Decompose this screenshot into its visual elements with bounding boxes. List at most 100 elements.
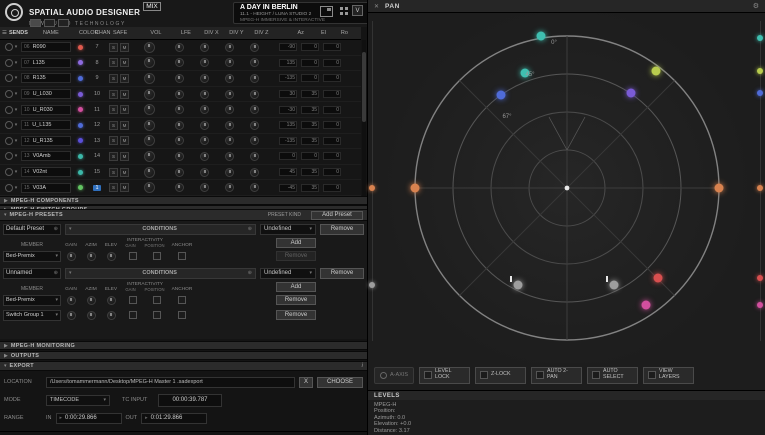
range-in-field[interactable]: ▸0:00:29.866 xyxy=(56,413,122,424)
section-outputs[interactable]: ▶ OUTPUTS xyxy=(0,351,367,360)
div-z-knob[interactable] xyxy=(250,43,259,52)
sends-row[interactable]: ▾10U_R03011SM-30350 xyxy=(0,102,361,118)
elevation-strip-dot[interactable] xyxy=(757,185,763,191)
pan-object-dot[interactable] xyxy=(610,281,619,290)
channel-color-dot[interactable] xyxy=(78,154,83,159)
elevation-strip-dot[interactable] xyxy=(757,275,763,281)
div-z-knob[interactable] xyxy=(250,136,259,145)
pan-object-dot[interactable] xyxy=(654,274,663,283)
elevation-strip-dot[interactable] xyxy=(369,282,375,288)
azim-knob[interactable] xyxy=(87,296,96,305)
mute-button[interactable]: M xyxy=(120,152,129,161)
remove-preset-button[interactable]: Remove xyxy=(320,268,364,279)
conditions-bar[interactable]: ▾CONDITIONS⊕ xyxy=(65,268,256,279)
channel-color-dot[interactable] xyxy=(78,185,83,190)
preset-name-field[interactable]: Unnamed⊕ xyxy=(3,268,61,279)
section-export[interactable]: ▾ EXPORT i xyxy=(0,361,367,371)
add-member-button[interactable]: Add xyxy=(276,238,316,248)
azimuth-value[interactable]: 30 xyxy=(279,90,297,98)
elevation-value[interactable]: 0 xyxy=(301,152,319,160)
solo-button[interactable]: S xyxy=(109,183,118,192)
elevation-value[interactable]: 0 xyxy=(301,74,319,82)
pan-object-dot[interactable] xyxy=(627,89,636,98)
elev-knob[interactable] xyxy=(107,252,116,261)
clear-location-button[interactable]: X xyxy=(299,377,313,388)
div-z-knob[interactable] xyxy=(250,58,259,67)
checkbox[interactable] xyxy=(592,371,600,379)
remove-member-button[interactable]: Remove xyxy=(276,251,316,261)
div-y-knob[interactable] xyxy=(225,183,234,192)
anchor-checkbox[interactable] xyxy=(178,296,186,304)
row-caret-icon[interactable]: ▾ xyxy=(15,60,18,66)
pan-object-dot[interactable] xyxy=(497,91,506,100)
preset-kind-dropdown[interactable]: Undefined▾ xyxy=(260,268,316,279)
azimuth-value[interactable]: 135 xyxy=(279,59,297,67)
div-x-knob[interactable] xyxy=(200,168,209,177)
channel-color-dot[interactable] xyxy=(78,107,83,112)
solo-button[interactable]: S xyxy=(109,43,118,52)
sends-scrollbar-thumb[interactable] xyxy=(362,52,366,122)
elevation-value[interactable]: 35 xyxy=(301,90,319,98)
div-z-knob[interactable] xyxy=(250,152,259,161)
volume-knob[interactable] xyxy=(144,167,155,178)
row-caret-icon[interactable]: ▾ xyxy=(15,138,18,144)
div-x-knob[interactable] xyxy=(200,90,209,99)
row-caret-icon[interactable]: ▾ xyxy=(15,91,18,97)
channel-name[interactable]: 11U_L135 xyxy=(21,120,71,130)
azimuth-value[interactable]: 0 xyxy=(279,152,297,160)
gain-knob[interactable] xyxy=(67,296,76,305)
sends-row[interactable]: ▾14V02nt15SM45350 xyxy=(0,165,361,181)
mute-button[interactable]: M xyxy=(120,74,129,83)
div-z-knob[interactable] xyxy=(250,183,259,192)
div-z-knob[interactable] xyxy=(250,121,259,130)
mute-button[interactable]: M xyxy=(120,168,129,177)
pan-stage[interactable]: 0°45°67° xyxy=(368,13,765,363)
div-y-knob[interactable] xyxy=(225,152,234,161)
view-mode-1-button[interactable] xyxy=(30,19,41,27)
sends-row[interactable]: ▾06R0907SM-9000 xyxy=(0,40,361,56)
gain-knob[interactable] xyxy=(67,252,76,261)
div-x-knob[interactable] xyxy=(200,74,209,83)
azim-knob[interactable] xyxy=(87,311,96,320)
div-y-knob[interactable] xyxy=(225,74,234,83)
checkbox[interactable] xyxy=(536,371,544,379)
lfe-knob[interactable] xyxy=(175,136,184,145)
div-z-knob[interactable] xyxy=(250,74,259,83)
member-dropdown[interactable]: Bed-Premix▾ xyxy=(3,251,61,262)
div-y-knob[interactable] xyxy=(225,58,234,67)
solo-button[interactable]: S xyxy=(109,58,118,67)
section-mpegh-presets[interactable]: ▾ MPEG-H PRESETS PRESET KIND Add Preset xyxy=(0,209,367,221)
solo-button[interactable]: S xyxy=(109,152,118,161)
div-y-knob[interactable] xyxy=(225,136,234,145)
checkbox[interactable] xyxy=(424,371,432,379)
elevation-value[interactable]: 35 xyxy=(301,137,319,145)
volume-knob[interactable] xyxy=(144,135,155,146)
section-mpegh-components[interactable]: ▶ MPEG-H COMPONENTS xyxy=(0,196,367,205)
row-caret-icon[interactable]: ▾ xyxy=(15,122,18,128)
div-x-knob[interactable] xyxy=(200,121,209,130)
row-caret-icon[interactable]: ▾ xyxy=(15,185,18,191)
elevation-strip-dot[interactable] xyxy=(757,68,763,74)
checkbox[interactable] xyxy=(648,371,656,379)
close-icon[interactable]: ✕ xyxy=(374,3,379,10)
elevation-value[interactable]: 0 xyxy=(301,59,319,67)
channel-color-dot[interactable] xyxy=(78,92,83,97)
interactivity-position-checkbox[interactable] xyxy=(153,296,161,304)
elevation-value[interactable]: 0 xyxy=(301,43,319,51)
row-caret-icon[interactable]: ▾ xyxy=(15,44,18,50)
lfe-knob[interactable] xyxy=(175,58,184,67)
rotation-value[interactable]: 0 xyxy=(323,168,341,176)
v-button[interactable]: V xyxy=(352,5,363,16)
elevation-value[interactable]: 35 xyxy=(301,168,319,176)
rotation-value[interactable]: 0 xyxy=(323,152,341,160)
add-member-button[interactable]: Add xyxy=(276,282,316,292)
elevation-strip-dot[interactable] xyxy=(757,35,763,41)
lfe-knob[interactable] xyxy=(175,43,184,52)
anchor-checkbox[interactable] xyxy=(178,311,186,319)
channel-color-dot[interactable] xyxy=(78,138,83,143)
interactivity-position-checkbox[interactable] xyxy=(153,311,161,319)
mute-button[interactable]: M xyxy=(120,58,129,67)
sends-row[interactable]: ▾09U_L03010SM30350 xyxy=(0,87,361,103)
info-icon[interactable]: i xyxy=(362,363,363,369)
stepper-icon[interactable]: ▸ xyxy=(145,415,148,421)
